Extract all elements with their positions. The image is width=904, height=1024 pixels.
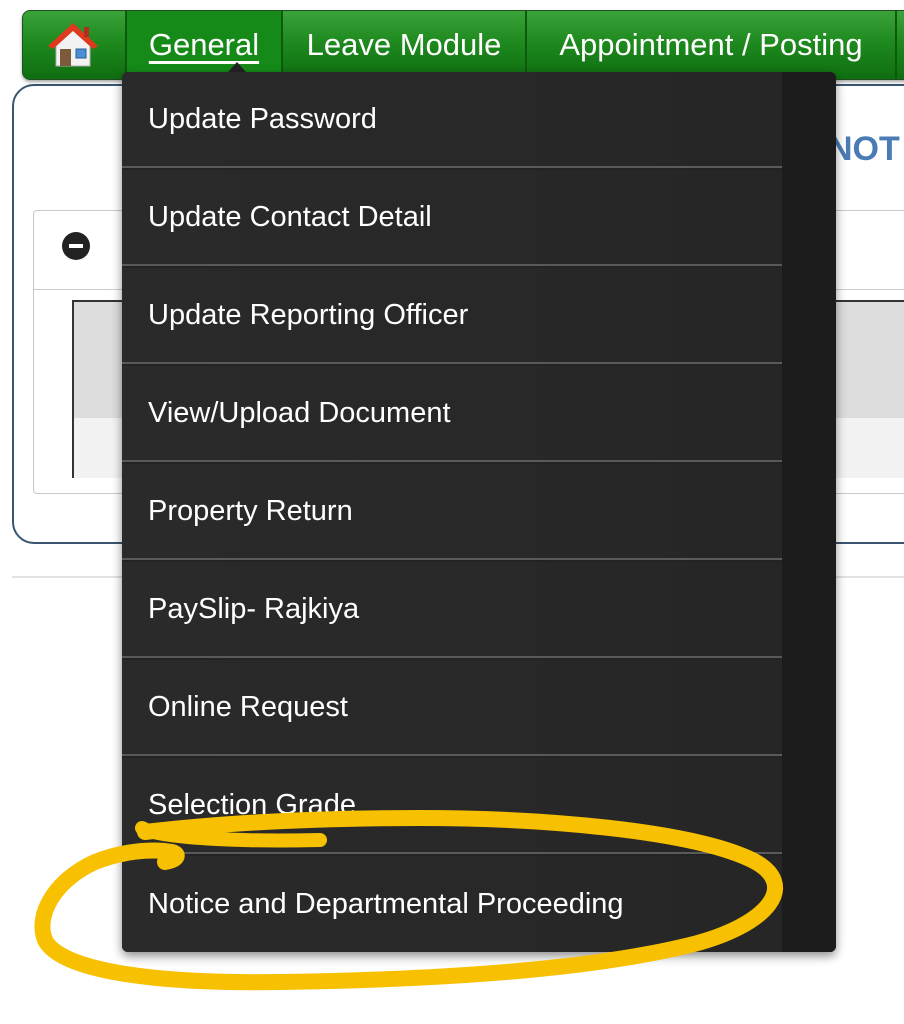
menu-item-label: Selection Grade [148,788,356,821]
screen: NOT General Leave Module Appointment / P… [0,0,904,1024]
minus-circle-icon[interactable] [62,232,90,260]
home-button[interactable] [23,11,123,79]
home-icon [48,23,98,67]
nav-tab-general[interactable]: General [125,11,281,79]
main-navbar: General Leave Module Appointment / Posti… [22,10,904,80]
nav-tab-appointment-posting[interactable]: Appointment / Posting [525,11,895,79]
nav-tab-leave-module[interactable]: Leave Module [281,11,525,79]
menu-item-update-contact-detail[interactable]: Update Contact Detail [122,170,782,266]
nav-tab-appointment-label: Appointment / Posting [559,27,863,62]
menu-item-label: Update Password [148,102,377,135]
menu-item-payslip-rajkiya[interactable]: PaySlip- Rajkiya [122,562,782,658]
nav-tab-leave-label: Leave Module [306,27,502,62]
menu-item-property-return[interactable]: Property Return [122,464,782,560]
menu-item-label: Online Request [148,690,348,723]
general-dropdown-menu: Update Password Update Contact Detail Up… [122,72,836,952]
page-heading: NOT [828,130,900,168]
menu-item-view-upload-document[interactable]: View/Upload Document [122,366,782,462]
menu-item-update-password[interactable]: Update Password [122,72,782,168]
top-strip [0,0,904,8]
dropdown-caret [228,62,246,72]
menu-item-online-request[interactable]: Online Request [122,660,782,756]
menu-item-label: Update Contact Detail [148,200,432,233]
menu-item-label: Notice and Departmental Proceeding [148,887,624,920]
menu-item-label: Property Return [148,494,353,527]
menu-item-label: Update Reporting Officer [148,298,469,331]
nav-tab-overflow[interactable] [895,11,904,79]
menu-item-label: View/Upload Document [148,396,451,429]
nav-tab-general-label: General [148,27,260,62]
menu-item-label: PaySlip- Rajkiya [148,592,360,625]
dropdown-shade [782,72,836,952]
menu-item-update-reporting-officer[interactable]: Update Reporting Officer [122,268,782,364]
menu-item-notice-departmental-proceeding[interactable]: Notice and Departmental Proceeding [122,856,782,952]
menu-item-selection-grade[interactable]: Selection Grade [122,758,782,854]
